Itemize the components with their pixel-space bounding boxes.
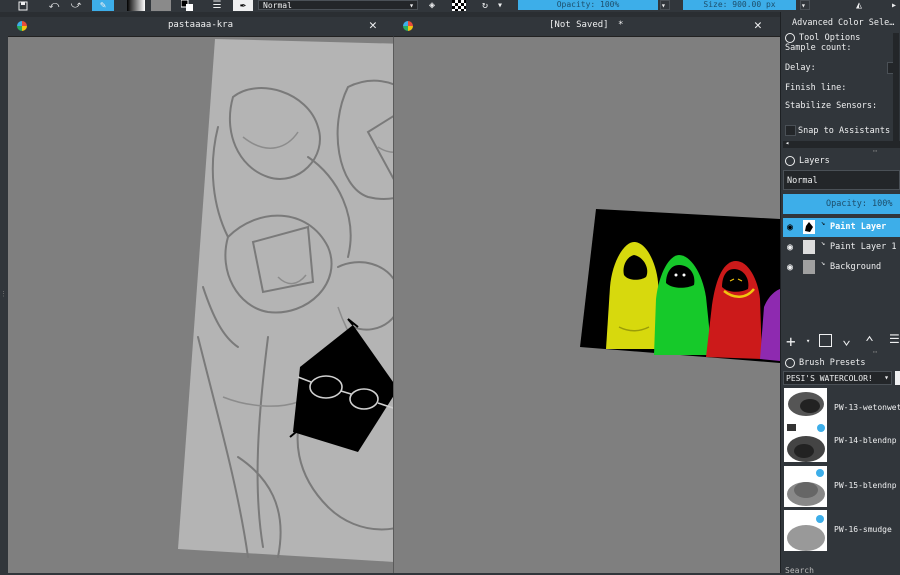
undo-icon[interactable]: ⤺: [48, 0, 60, 11]
opacity-slider-label: Opacity: 100%: [556, 0, 620, 9]
brush-preset-item[interactable]: PW-16-smudge: [783, 509, 900, 552]
layer-menu-icon[interactable]: ☰: [889, 332, 900, 346]
brush-tool-icon[interactable]: ✎: [92, 0, 114, 11]
brush-presets-title: Brush Presets: [799, 358, 866, 368]
inherit-alpha-icon[interactable]: ↘: [821, 239, 825, 247]
redo-icon[interactable]: ⤻: [70, 0, 82, 11]
brush-preset-name: PW-16-smudge: [834, 525, 892, 534]
mirror-horizontal-icon[interactable]: ◭: [852, 0, 866, 11]
chevron-down-icon[interactable]: ▾: [806, 337, 810, 345]
mirror-vertical-icon[interactable]: ▸: [888, 0, 900, 11]
close-icon[interactable]: ✕: [369, 18, 377, 33]
finish-line-label: Finish line:: [785, 83, 847, 93]
layer-thumbnail: [803, 220, 815, 234]
brush-preset-name: PW-14-blendnp: [834, 436, 897, 445]
chevron-down-icon: ▾: [409, 1, 414, 10]
advanced-color-selector-title[interactable]: Advanced Color Sele…: [792, 18, 894, 28]
canvas-right[interactable]: [394, 37, 780, 573]
layer-item[interactable]: ◉ ↘ Paint Layer: [783, 218, 900, 237]
stabilize-sensors-label: Stabilize Sensors:: [785, 101, 878, 111]
brush-preset-item[interactable]: PW-15-blendnp: [783, 465, 900, 508]
brush-preset-name: PW-13-wetonwet: [834, 403, 900, 412]
snap-assistants-checkbox[interactable]: [785, 125, 796, 136]
brush-preview: [784, 466, 827, 507]
layer-opacity-slider[interactable]: Opacity: 100%: [783, 194, 900, 214]
figures-artwork: [580, 209, 780, 363]
panel-float-icon[interactable]: [785, 156, 795, 166]
brush-preset-name: PW-15-blendnp: [834, 481, 897, 490]
layer-name: Paint Layer: [830, 222, 887, 232]
eye-icon[interactable]: ◉: [787, 242, 793, 253]
layers-title: Layers: [799, 156, 830, 166]
tab-title: pastaaaa-kra: [168, 20, 234, 30]
chevron-down-icon: ▾: [661, 1, 666, 10]
tag-options-button[interactable]: [895, 371, 900, 385]
brush-preview: [784, 421, 827, 462]
alpha-lock-icon[interactable]: [452, 0, 466, 11]
brush-tag-value: PESI'S WATERCOLOR!: [786, 374, 873, 383]
blend-mode-value: Normal: [263, 1, 292, 10]
eraser-icon[interactable]: ◈: [425, 0, 439, 11]
drag-handle-icon[interactable]: ⋯: [873, 348, 877, 356]
tool-options-scrollbar[interactable]: [893, 33, 899, 141]
pattern-icon[interactable]: [151, 0, 171, 11]
gradient-icon[interactable]: [127, 0, 145, 11]
move-layer-down-icon[interactable]: ⌄: [842, 330, 851, 348]
size-slider-label: Size: 900.00 px: [703, 0, 776, 9]
panel-float-icon[interactable]: [785, 358, 795, 368]
layer-item[interactable]: ◉ ↘ Paint Layer 1: [783, 238, 900, 257]
reload-preset-icon[interactable]: ↻: [478, 0, 492, 11]
layer-thumbnail: [803, 260, 815, 274]
canvas-left[interactable]: [8, 37, 394, 573]
sample-count-label: Sample count:: [785, 43, 852, 53]
horizontal-scrollbar[interactable]: ◂: [783, 139, 900, 148]
snap-assistants-label: Snap to Assistants: [798, 126, 891, 136]
close-icon[interactable]: ✕: [754, 18, 762, 33]
foreground-background-color-icon[interactable]: [180, 0, 194, 11]
brush-preset-icon[interactable]: ✒: [233, 0, 253, 11]
opacity-slider[interactable]: Opacity: 100%: [518, 0, 658, 10]
krita-logo-icon: [403, 21, 413, 31]
krita-logo-icon: [17, 21, 27, 31]
save-icon[interactable]: [16, 0, 30, 11]
size-options-button[interactable]: ▾: [800, 0, 810, 10]
opacity-options-button[interactable]: ▾: [660, 0, 670, 10]
add-layer-icon[interactable]: +: [786, 332, 796, 351]
tab-title: [Not Saved]: [549, 20, 609, 30]
sketch-artwork: [178, 39, 394, 562]
layer-blend-mode-combo[interactable]: Normal: [783, 170, 900, 190]
layer-name: Paint Layer 1: [830, 242, 897, 252]
layer-blend-mode-value: Normal: [787, 176, 818, 186]
layer-name: Background: [830, 262, 882, 272]
list-icon[interactable]: ☰: [210, 0, 224, 11]
inherit-alpha-icon[interactable]: ↘: [821, 259, 825, 267]
chevron-down-icon: ▾: [801, 1, 806, 10]
document-tab-right[interactable]: [Not Saved] * ✕: [394, 17, 780, 37]
drag-handle-icon[interactable]: ⋮: [0, 290, 7, 300]
eye-icon[interactable]: ◉: [787, 222, 793, 233]
main-toolbar: ⤺ ⤻ ✎ ☰ ✒ Normal ▾ ◈ ↻ ▾ Opacity: 100% ▾…: [0, 0, 900, 12]
size-slider[interactable]: Size: 900.00 px: [683, 0, 796, 10]
brush-preview: [784, 510, 827, 551]
duplicate-layer-icon[interactable]: [819, 334, 832, 347]
brush-tag-combo[interactable]: PESI'S WATERCOLOR! ▾: [783, 371, 892, 385]
tool-options-title: Tool Options: [799, 33, 861, 43]
modified-indicator: *: [618, 20, 624, 30]
delay-label: Delay:: [785, 63, 816, 73]
drag-handle-icon[interactable]: ⋯: [873, 147, 877, 155]
layer-thumbnail: [803, 240, 815, 254]
panel-float-icon[interactable]: [785, 33, 795, 43]
brush-preset-item[interactable]: PW-14-blendnp: [783, 420, 900, 463]
chevron-down-icon[interactable]: ▾: [496, 0, 504, 11]
document-tab-left[interactable]: pastaaaa-kra ✕: [8, 17, 393, 37]
chevron-down-icon: ▾: [884, 373, 889, 382]
chevron-left-icon[interactable]: ◂: [785, 139, 789, 147]
brush-search-field[interactable]: Search: [785, 566, 814, 575]
inherit-alpha-icon[interactable]: ↘: [821, 219, 825, 227]
layer-item[interactable]: ◉ ↘ Background: [783, 258, 900, 277]
layer-opacity-label: Opacity: 100%: [826, 199, 893, 209]
eye-icon[interactable]: ◉: [787, 262, 793, 273]
blend-mode-combo[interactable]: Normal ▾: [258, 0, 418, 10]
